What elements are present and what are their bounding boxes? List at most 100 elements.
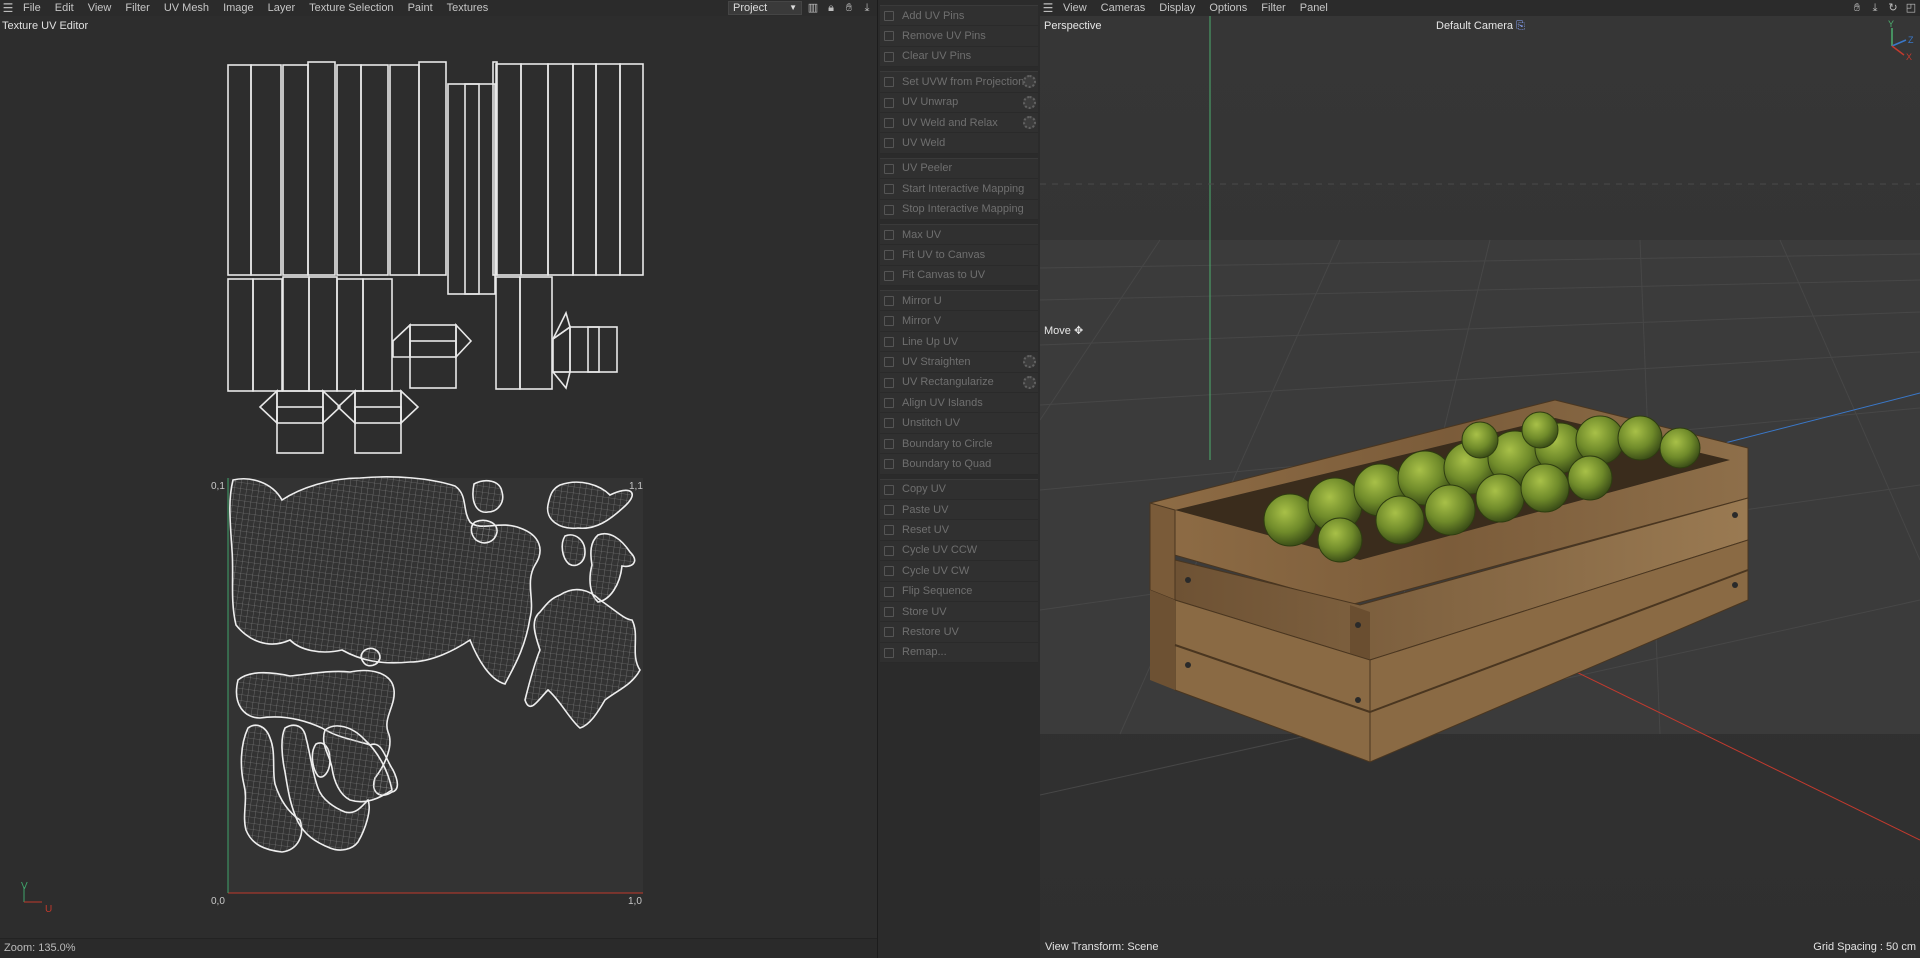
menu-edit[interactable]: Edit	[48, 0, 81, 16]
command-label: Mirror V	[902, 315, 942, 328]
viewport-name: Perspective	[1044, 20, 1102, 32]
grid-spacing: Grid Spacing : 50 cm	[1813, 941, 1916, 953]
vp-menu-view[interactable]: View	[1056, 0, 1094, 16]
camera-label[interactable]: Default Camera ⎘	[1436, 20, 1525, 33]
command-uv-unwrap[interactable]: UV Unwrap	[880, 93, 1038, 113]
remap-icon	[884, 647, 894, 658]
gear-icon[interactable]	[1023, 375, 1036, 389]
lock-icon[interactable]: 🔒︎	[824, 0, 838, 16]
uv-canvas[interactable]: 0,1 1,1 0,0 1,0 V U	[0, 30, 877, 936]
command-unstitch-uv[interactable]: Unstitch UV	[880, 413, 1038, 434]
gear-icon[interactable]	[1023, 115, 1036, 129]
command-cycle-uv-ccw[interactable]: Cycle UV CCW	[880, 541, 1038, 562]
uv-editor-panel: ☰ File Edit View Filter UV Mesh Image La…	[0, 0, 878, 958]
command-fit-uv-to-canvas[interactable]: Fit UV to Canvas	[880, 245, 1038, 266]
hand-icon[interactable]: ✋︎	[1850, 0, 1864, 16]
command-start-interactive-mapping[interactable]: Start Interactive Mapping	[880, 179, 1038, 200]
command-remap[interactable]: Remap...	[880, 643, 1038, 664]
viewport-menubar: ☰ View Cameras Display Options Filter Pa…	[1040, 0, 1920, 16]
maximize-icon[interactable]: ◰	[1904, 0, 1918, 16]
menu-textures[interactable]: Textures	[440, 0, 496, 16]
command-label: UV Unwrap	[902, 96, 959, 109]
viewport-scene[interactable]: Y Z X	[1040, 16, 1920, 942]
rectangularize-icon	[884, 377, 894, 388]
command-cycle-uv-cw[interactable]: Cycle UV CW	[880, 561, 1038, 582]
command-label: Align UV Islands	[902, 396, 983, 409]
hamburger-menu-icon[interactable]: ☰	[0, 0, 16, 16]
menu-filter[interactable]: Filter	[118, 0, 156, 16]
hamburger-menu-icon[interactable]: ☰	[1040, 0, 1056, 16]
command-mirror-u[interactable]: Mirror U	[880, 291, 1038, 312]
play-icon	[884, 184, 894, 195]
quad-icon	[884, 459, 894, 470]
command-align-uv-islands[interactable]: Align UV Islands	[880, 393, 1038, 414]
move-icon[interactable]: ⤓	[1868, 0, 1882, 16]
pin-icon[interactable]: ⤓	[860, 0, 874, 16]
vp-menu-panel[interactable]: Panel	[1293, 0, 1335, 16]
gear-icon[interactable]	[1023, 95, 1036, 109]
command-restore-uv[interactable]: Restore UV	[880, 622, 1038, 643]
command-label: Restore UV	[902, 626, 959, 639]
menu-uv-mesh[interactable]: UV Mesh	[157, 0, 216, 16]
vp-menu-cameras[interactable]: Cameras	[1094, 0, 1153, 16]
uv-label-top-right: 1,1	[629, 481, 643, 492]
active-tool-label: Move ✥	[1044, 324, 1083, 337]
project-select-value: Project	[733, 2, 768, 14]
command-flip-sequence[interactable]: Flip Sequence	[880, 582, 1038, 602]
command-set-uvw-from-projection[interactable]: Set UVW from Projection	[880, 72, 1038, 93]
pin-add-icon	[884, 11, 894, 21]
gear-icon[interactable]	[1023, 75, 1036, 89]
vp-menu-display[interactable]: Display	[1152, 0, 1202, 16]
project-select[interactable]: Project ▼	[728, 1, 802, 15]
ccw-icon	[884, 545, 894, 556]
command-label: Fit Canvas to UV	[902, 269, 986, 282]
menu-layer[interactable]: Layer	[261, 0, 303, 16]
align-icon	[884, 398, 894, 409]
command-uv-straighten[interactable]: UV Straighten	[880, 352, 1038, 373]
menu-image[interactable]: Image	[216, 0, 261, 16]
command-label: Add UV Pins	[902, 9, 965, 22]
command-reset-uv[interactable]: Reset UV	[880, 520, 1038, 541]
command-fit-canvas-to-uv[interactable]: Fit Canvas to UV	[880, 266, 1038, 287]
command-boundary-to-quad[interactable]: Boundary to Quad	[880, 454, 1038, 475]
vp-menu-options[interactable]: Options	[1202, 0, 1254, 16]
menu-texture-selection[interactable]: Texture Selection	[302, 0, 400, 16]
command-label: Set UVW from Projection	[902, 75, 1025, 88]
menu-file[interactable]: File	[16, 0, 48, 16]
command-uv-rectangularize[interactable]: UV Rectangularize	[880, 373, 1038, 394]
menu-view[interactable]: View	[81, 0, 119, 16]
hand-icon[interactable]: ✋︎	[842, 0, 856, 16]
command-paste-uv[interactable]: Paste UV	[880, 500, 1038, 521]
gizmo-z-label: Z	[1908, 35, 1914, 45]
histogram-icon[interactable]: ▥	[806, 0, 820, 16]
mirror-v-icon	[884, 316, 894, 327]
command-max-uv[interactable]: Max UV	[880, 225, 1038, 246]
command-clear-uv-pins[interactable]: Clear UV Pins	[880, 47, 1038, 68]
command-group: Add UV Pins Remove UV Pins Clear UV Pins	[880, 5, 1038, 68]
command-group: Set UVW from Projection UV Unwrap UV Weld …	[880, 71, 1038, 154]
command-mirror-v[interactable]: Mirror V	[880, 311, 1038, 332]
rotate-icon[interactable]: ↻	[1886, 0, 1900, 16]
uv-label-bottom-left: 0,0	[211, 896, 225, 907]
command-uv-weld[interactable]: UV Weld	[880, 133, 1038, 154]
command-remove-uv-pins[interactable]: Remove UV Pins	[880, 26, 1038, 47]
vp-menu-filter[interactable]: Filter	[1254, 0, 1292, 16]
command-label: Stop Interactive Mapping	[902, 203, 1024, 216]
command-add-uv-pins[interactable]: Add UV Pins	[880, 6, 1038, 27]
command-boundary-to-circle[interactable]: Boundary to Circle	[880, 434, 1038, 455]
clear-icon	[884, 51, 894, 62]
command-store-uv[interactable]: Store UV	[880, 602, 1038, 623]
uv-axis-gizmo: V U	[21, 881, 52, 915]
command-uv-weld-and-relax[interactable]: UV Weld and Relax	[880, 113, 1038, 134]
command-line-up-uv[interactable]: Line Up UV	[880, 332, 1038, 353]
reset-icon	[884, 525, 894, 536]
command-copy-uv[interactable]: Copy UV	[880, 480, 1038, 500]
gear-icon[interactable]	[1023, 355, 1036, 369]
command-uv-peeler[interactable]: UV Peeler	[880, 159, 1038, 180]
command-label: Unstitch UV	[902, 417, 961, 430]
menu-paint[interactable]: Paint	[401, 0, 440, 16]
command-stop-interactive-mapping[interactable]: Stop Interactive Mapping	[880, 200, 1038, 220]
command-group: Max UV Fit UV to Canvas Fit Canvas to UV	[880, 223, 1038, 287]
peeler-icon	[884, 163, 894, 174]
uv-label-bottom-right: 1,0	[628, 896, 642, 907]
